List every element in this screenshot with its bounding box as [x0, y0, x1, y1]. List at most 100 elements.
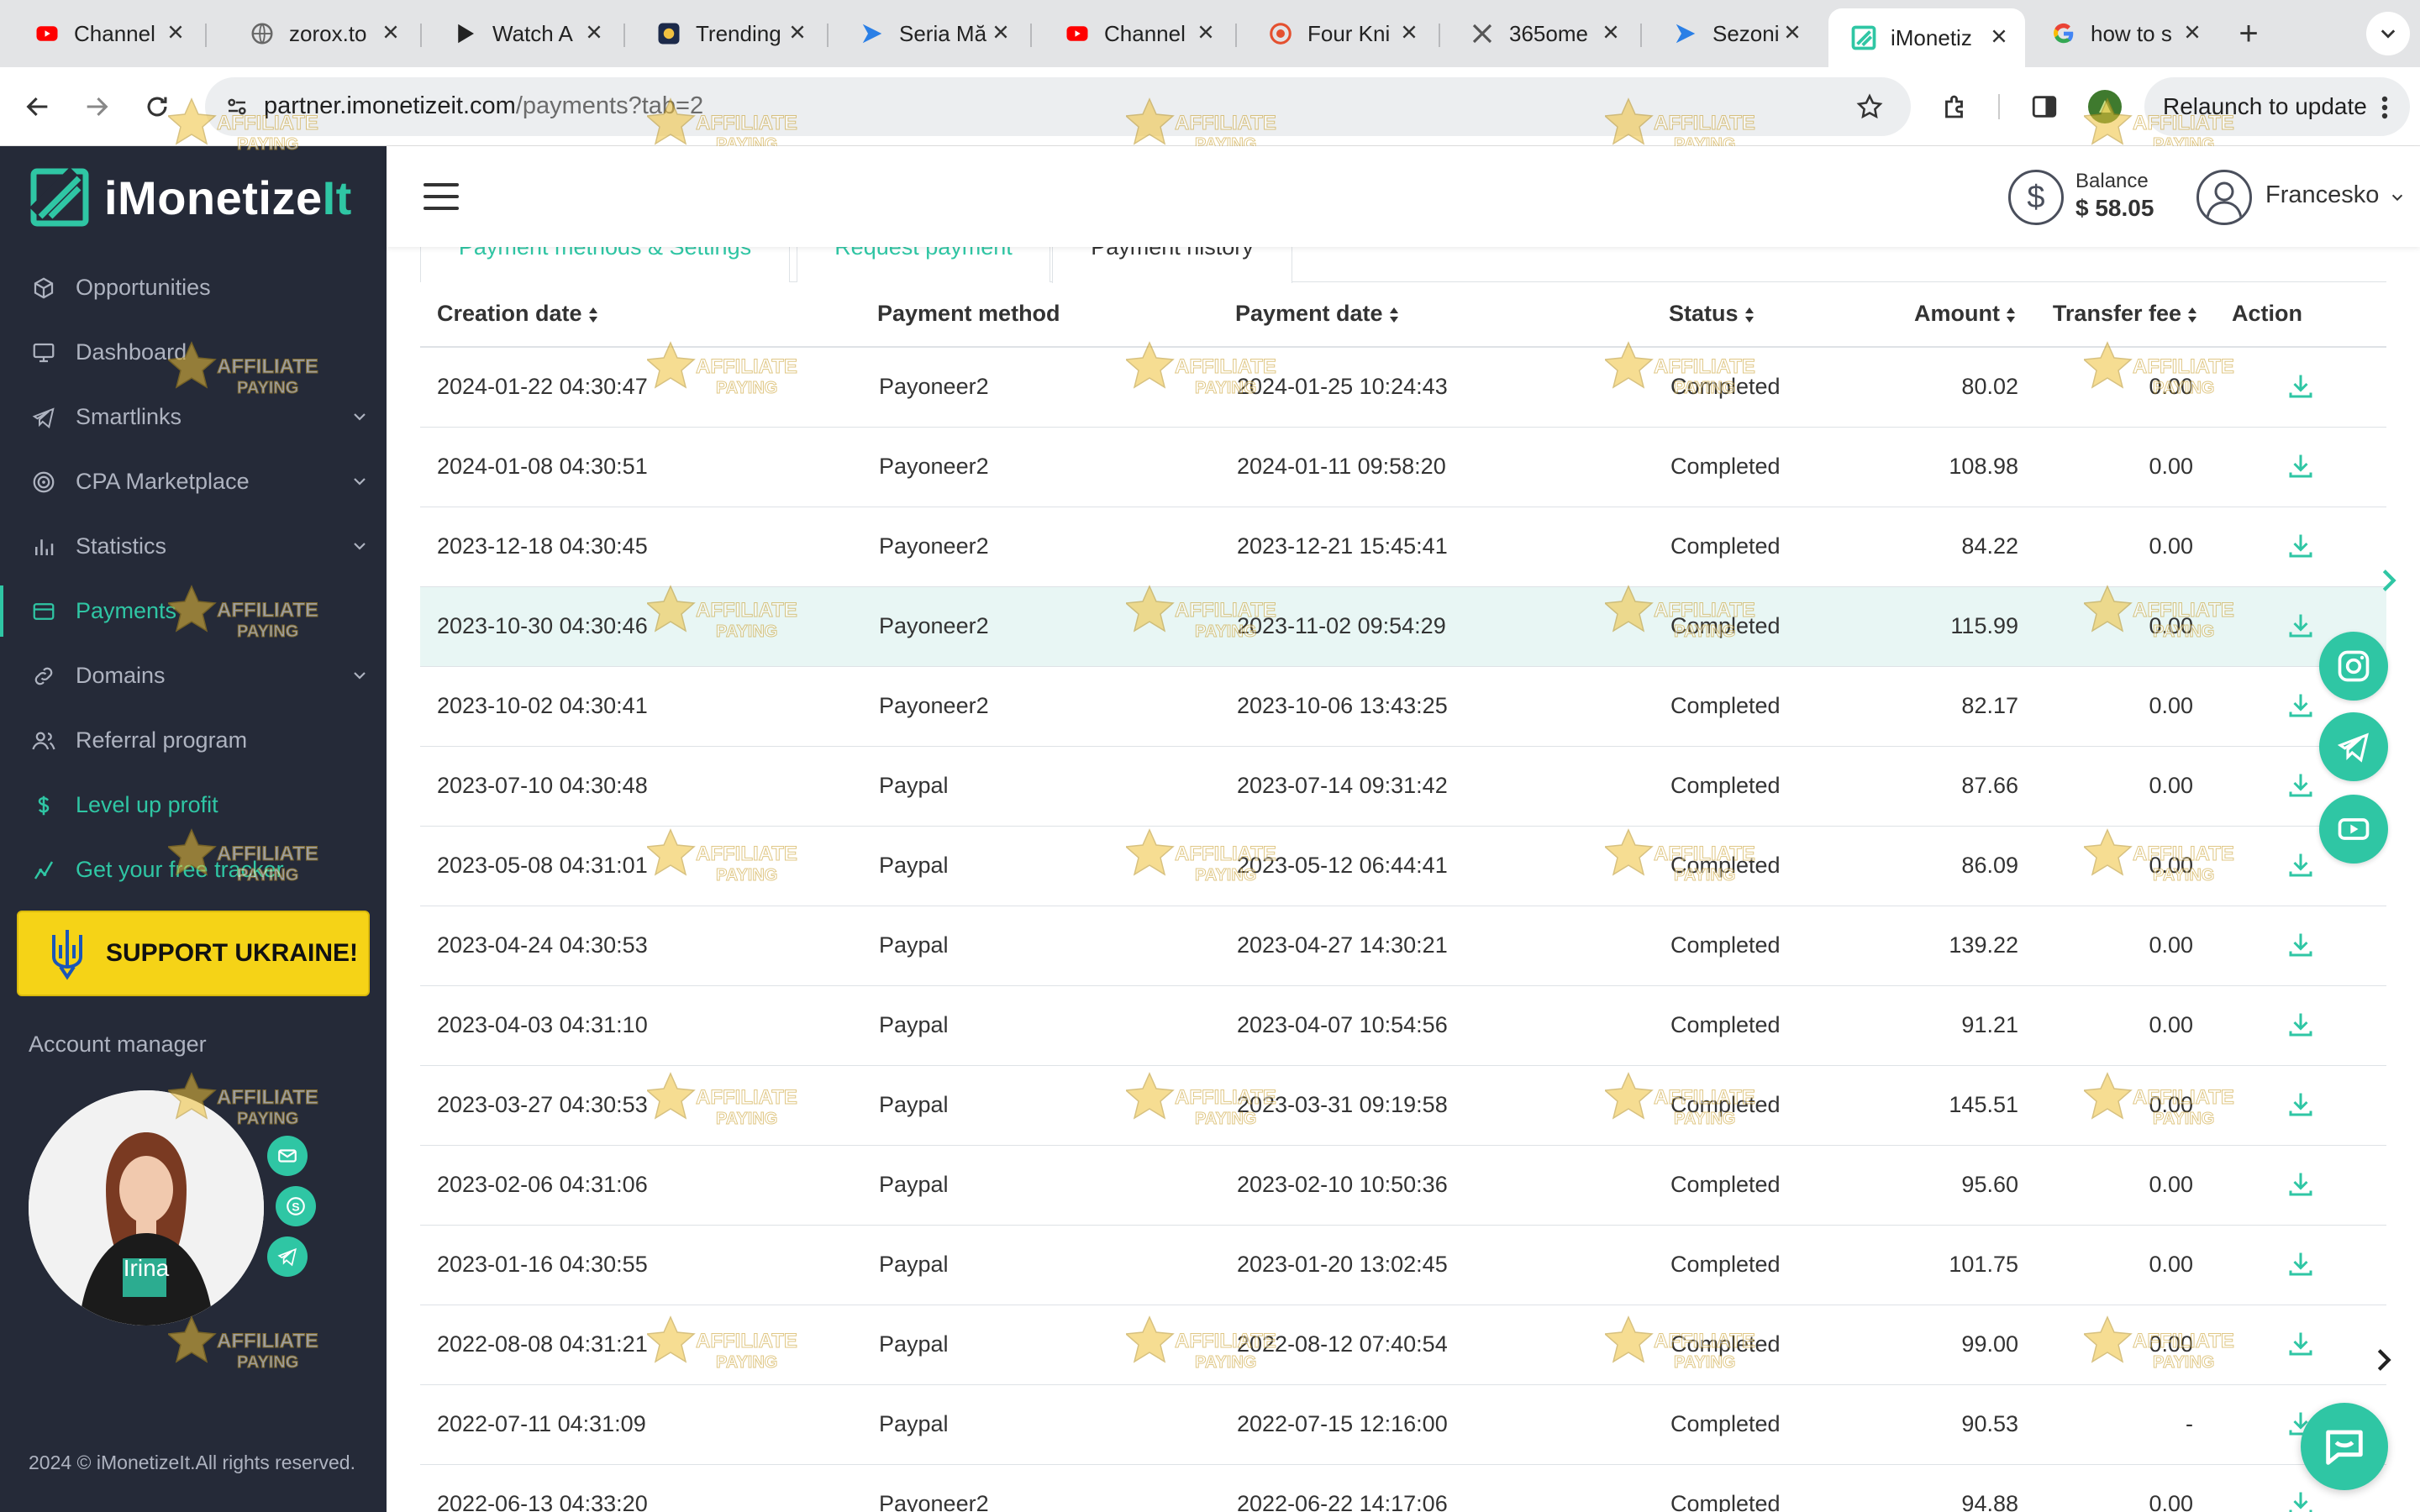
- manager-email-button[interactable]: [267, 1136, 308, 1176]
- download-icon[interactable]: [2286, 690, 2316, 721]
- download-icon[interactable]: [2286, 451, 2316, 481]
- reload-button[interactable]: [134, 84, 180, 129]
- chevron-down-icon[interactable]: [351, 473, 368, 490]
- download-icon[interactable]: [2286, 371, 2316, 402]
- table-row[interactable]: 2023-07-10 04:30:48 Paypal 2023-07-14 09:3…: [420, 747, 2386, 827]
- chevron-down-icon[interactable]: [351, 667, 368, 684]
- browser-tab[interactable]: Seria Mă: [837, 10, 1027, 57]
- download-icon[interactable]: [2286, 611, 2316, 641]
- browser-tab[interactable]: Channel: [1042, 10, 1232, 57]
- chevron-down-icon[interactable]: [351, 408, 368, 425]
- table-row[interactable]: 2022-06-13 04:33:20 Payoneer2 2022-06-22 1…: [420, 1465, 2386, 1512]
- table-row[interactable]: 2023-05-08 04:31:01 Paypal 2023-05-12 06:4…: [420, 827, 2386, 906]
- sidebar-item-dashboard[interactable]: Dashboard: [0, 320, 387, 385]
- relaunch-button[interactable]: Relaunch to update: [2144, 77, 2410, 136]
- sort-icon[interactable]: [2005, 306, 2017, 324]
- profile-avatar[interactable]: [2082, 84, 2128, 129]
- sort-icon[interactable]: [1744, 306, 1755, 324]
- youtube-button[interactable]: [2319, 795, 2388, 864]
- table-row[interactable]: 2022-07-11 04:31:09 Paypal 2022-07-15 12:1…: [420, 1385, 2386, 1465]
- column-header-amount[interactable]: Amount: [1914, 301, 2017, 327]
- new-tab-button[interactable]: +: [2228, 13, 2269, 54]
- download-icon[interactable]: [2286, 1010, 2316, 1040]
- sidebar-item-opportunities[interactable]: Opportunities: [0, 255, 387, 320]
- column-header-transfer-fee[interactable]: Transfer fee: [2053, 301, 2198, 327]
- browser-tab[interactable]: how to s: [2028, 10, 2218, 57]
- sort-icon[interactable]: [2186, 306, 2198, 324]
- download-icon[interactable]: [2286, 1249, 2316, 1279]
- table-row[interactable]: 2024-01-22 04:30:47 Payoneer2 2024-01-25 1…: [420, 348, 2386, 428]
- table-row[interactable]: 2023-10-30 04:30:46 Payoneer2 2023-11-02 0…: [420, 587, 2386, 667]
- sidebar-item-domains[interactable]: Domains: [0, 643, 387, 708]
- table-row[interactable]: 2023-04-24 04:30:53 Paypal 2023-04-27 14:3…: [420, 906, 2386, 986]
- browser-tab[interactable]: Sezoni 1: [1650, 10, 1818, 57]
- download-icon[interactable]: [2286, 1169, 2316, 1200]
- chevron-down-icon[interactable]: [2390, 190, 2405, 205]
- support-ukraine-banner[interactable]: SUPPORT UKRAINE!: [17, 911, 370, 996]
- download-icon[interactable]: [2286, 1089, 2316, 1120]
- instagram-button[interactable]: [2319, 632, 2388, 701]
- column-header-payment-date[interactable]: Payment date: [1235, 301, 1400, 327]
- user-avatar-icon[interactable]: [2196, 170, 2252, 225]
- table-row[interactable]: 2023-01-16 04:30:55 Paypal 2023-01-20 13:0…: [420, 1226, 2386, 1305]
- forward-button[interactable]: [74, 84, 119, 129]
- browser-tab[interactable]: zorox.to: [227, 10, 417, 57]
- browser-tab[interactable]: Channel: [12, 10, 202, 57]
- manager-telegram-button[interactable]: [267, 1236, 308, 1277]
- table-row[interactable]: 2022-08-08 04:31:21 Paypal 2022-08-12 07:4…: [420, 1305, 2386, 1385]
- browser-tab[interactable]: iMonetiz: [1828, 8, 2025, 67]
- manager-skype-button[interactable]: S: [276, 1186, 316, 1226]
- carousel-next-icon[interactable]: [2375, 566, 2403, 595]
- site-settings-icon[interactable]: [220, 90, 254, 123]
- sidebar-item-referral-program[interactable]: Referral program: [0, 708, 387, 773]
- close-icon[interactable]: [163, 21, 188, 46]
- back-button[interactable]: [15, 84, 60, 129]
- table-row[interactable]: 2023-03-27 04:30:53 Paypal 2023-03-31 09:1…: [420, 1066, 2386, 1146]
- sidebar-item-smartlinks[interactable]: Smartlinks: [0, 385, 387, 449]
- download-icon[interactable]: [2286, 770, 2316, 801]
- table-row[interactable]: 2024-01-08 04:30:51 Payoneer2 2024-01-11 0…: [420, 428, 2386, 507]
- table-row[interactable]: 2023-10-02 04:30:41 Payoneer2 2023-10-06 1…: [420, 667, 2386, 747]
- close-icon[interactable]: [1780, 21, 1805, 46]
- user-name[interactable]: Francesko: [2265, 181, 2379, 209]
- table-row[interactable]: 2023-12-18 04:30:45 Payoneer2 2023-12-21 1…: [420, 507, 2386, 587]
- close-icon[interactable]: [785, 21, 810, 46]
- browser-tab[interactable]: Four Kni: [1245, 10, 1435, 57]
- download-icon[interactable]: [2286, 1488, 2316, 1512]
- download-icon[interactable]: [2286, 930, 2316, 960]
- close-icon[interactable]: [1986, 25, 2012, 50]
- sidebar-item-statistics[interactable]: Statistics: [0, 514, 387, 579]
- download-icon[interactable]: [2286, 850, 2316, 880]
- close-icon[interactable]: [581, 21, 607, 46]
- tab-search-button[interactable]: [2366, 12, 2410, 55]
- download-icon[interactable]: [2286, 531, 2316, 561]
- download-icon[interactable]: [2286, 1329, 2316, 1359]
- browser-tab[interactable]: Trending: [634, 10, 823, 57]
- chevron-down-icon[interactable]: [351, 538, 368, 554]
- sidebar-item-level-up-profit[interactable]: Level up profit: [0, 773, 387, 837]
- close-icon[interactable]: [2180, 21, 2205, 46]
- sidebar-item-get-your-free-tracker[interactable]: Get your free tracker: [0, 837, 387, 902]
- sidebar-item-cpa-marketplace[interactable]: CPA Marketplace: [0, 449, 387, 514]
- close-icon[interactable]: [988, 21, 1013, 46]
- telegram-button[interactable]: [2319, 712, 2388, 781]
- side-panel-button[interactable]: [2022, 84, 2067, 129]
- bookmark-star-icon[interactable]: [1852, 89, 1887, 124]
- browser-tab[interactable]: Watch A: [430, 10, 620, 57]
- extensions-button[interactable]: [1933, 84, 1978, 129]
- sidebar-item-payments[interactable]: Payments: [0, 579, 387, 643]
- column-header-creation-date[interactable]: Creation date: [437, 301, 599, 327]
- live-chat-button[interactable]: [2301, 1403, 2388, 1490]
- sort-icon[interactable]: [587, 306, 599, 324]
- sort-icon[interactable]: [1388, 306, 1400, 324]
- brand-logo[interactable]: iMonetizeIt: [30, 168, 352, 227]
- address-bar[interactable]: partner.imonetizeit.com/payments?tab=2: [205, 77, 1911, 136]
- table-row[interactable]: 2023-04-03 04:31:10 Paypal 2023-04-07 10:5…: [420, 986, 2386, 1066]
- menu-toggle-button[interactable]: [424, 183, 459, 210]
- scroll-next-icon[interactable]: [2370, 1346, 2398, 1374]
- close-icon[interactable]: [1193, 21, 1218, 46]
- column-header-status[interactable]: Status: [1669, 301, 1755, 327]
- close-icon[interactable]: [378, 21, 403, 46]
- close-icon[interactable]: [1598, 21, 1623, 46]
- close-icon[interactable]: [1397, 21, 1422, 46]
